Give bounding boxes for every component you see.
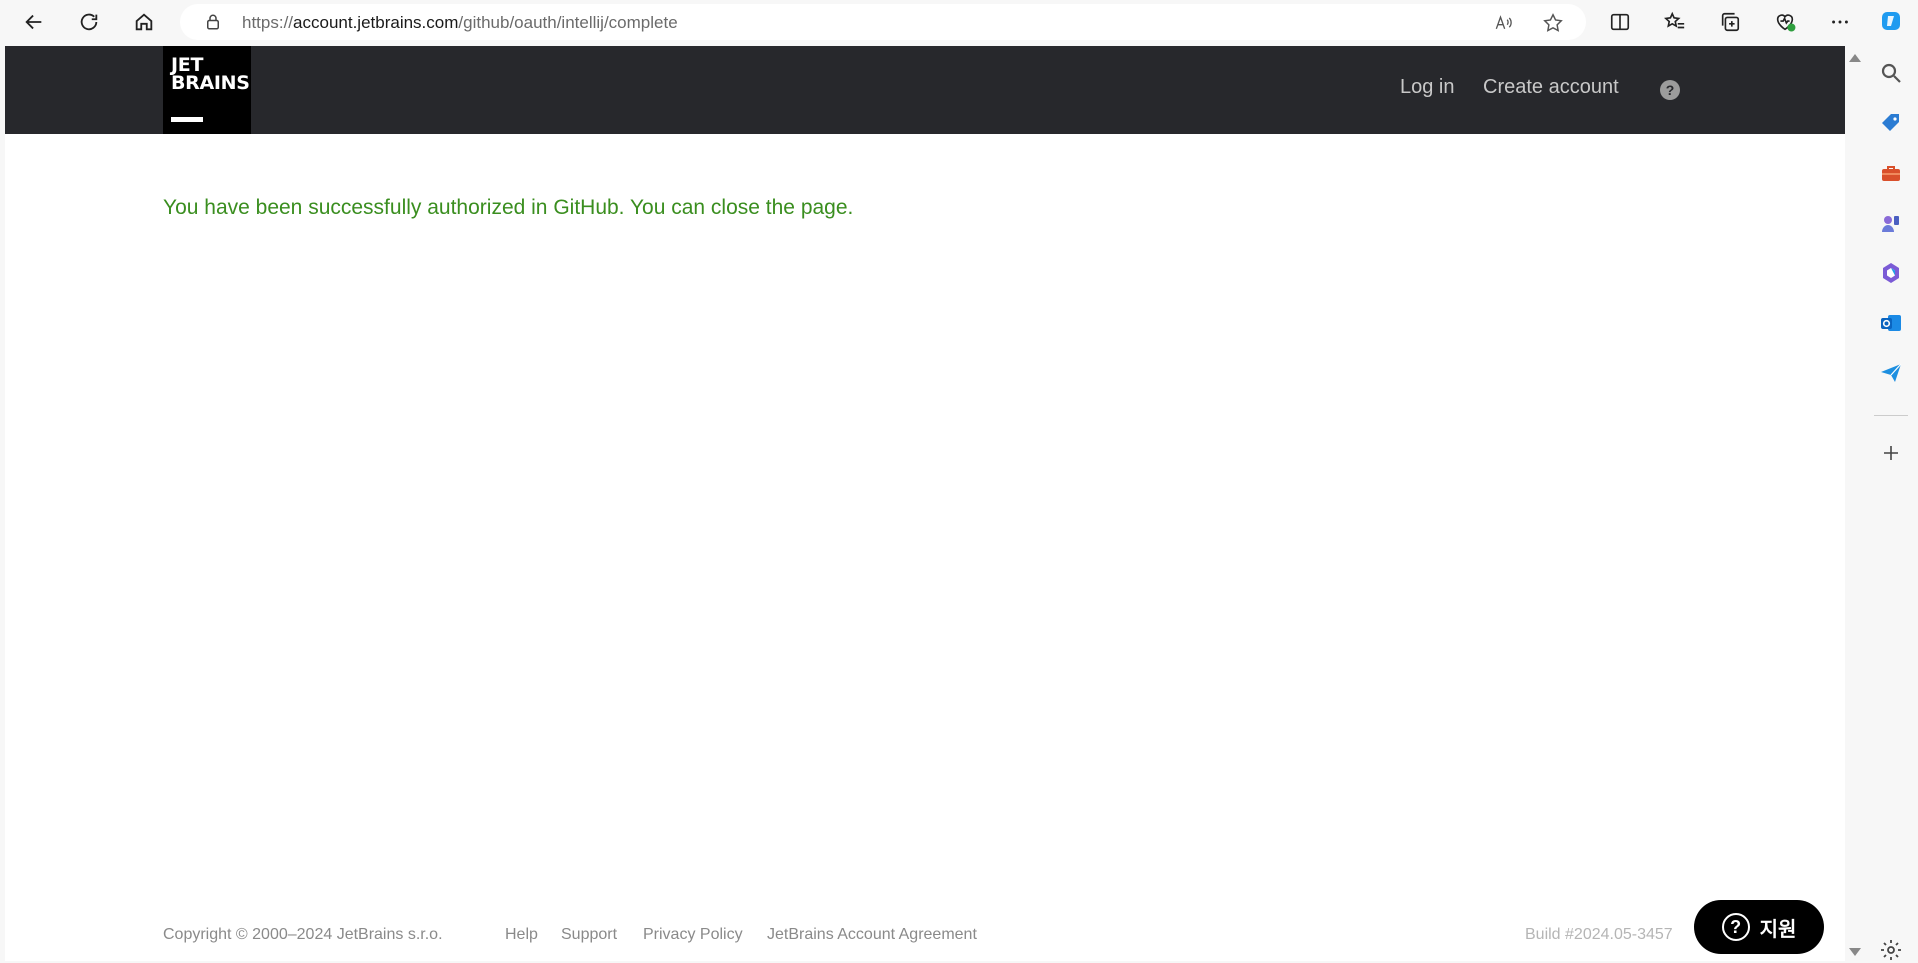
microsoft-365-icon[interactable] bbox=[1878, 260, 1904, 286]
back-button[interactable] bbox=[18, 7, 50, 37]
read-aloud-icon[interactable] bbox=[1492, 12, 1514, 34]
home-icon bbox=[135, 13, 153, 31]
sidebar-divider bbox=[1874, 415, 1908, 416]
lock-icon bbox=[204, 13, 222, 31]
jetbrains-logo[interactable]: JET BRAINS bbox=[163, 46, 251, 134]
url-path: /github/oauth/intellij/complete bbox=[458, 13, 678, 32]
help-icon[interactable]: ? bbox=[1660, 80, 1680, 100]
url-host: account.jetbrains.com bbox=[293, 13, 459, 32]
address-bar[interactable]: https://account.jetbrains.com/github/oau… bbox=[180, 4, 1586, 40]
scroll-down-arrow-icon[interactable] bbox=[1849, 948, 1861, 956]
footer-privacy-link[interactable]: Privacy Policy bbox=[643, 926, 743, 944]
collections-icon[interactable] bbox=[1717, 9, 1743, 35]
refresh-button[interactable] bbox=[73, 7, 105, 37]
more-menu-icon[interactable] bbox=[1827, 9, 1853, 35]
tools-briefcase-icon[interactable] bbox=[1878, 160, 1904, 186]
back-arrow-icon bbox=[25, 14, 42, 30]
success-message: You have been successfully authorized in… bbox=[163, 196, 854, 219]
question-icon: ? bbox=[1721, 913, 1750, 941]
favorite-star-icon[interactable] bbox=[1542, 12, 1564, 34]
support-label: 지원 bbox=[1759, 918, 1797, 941]
browser-toolbar: https://account.jetbrains.com/github/oau… bbox=[0, 0, 1918, 44]
address-url[interactable]: https://account.jetbrains.com/github/oau… bbox=[242, 13, 678, 33]
home-button[interactable] bbox=[128, 7, 160, 37]
send-plane-icon[interactable] bbox=[1878, 360, 1904, 386]
browser-sidebar bbox=[1864, 0, 1918, 961]
refresh-icon bbox=[80, 13, 98, 31]
favorites-icon[interactable] bbox=[1662, 9, 1688, 35]
copilot-icon[interactable] bbox=[1878, 8, 1904, 34]
create-account-link[interactable]: Create account bbox=[1483, 76, 1619, 99]
browser-essentials-icon[interactable] bbox=[1772, 9, 1798, 35]
logo-underline bbox=[171, 117, 203, 122]
support-widget-button[interactable]: ? 지원 bbox=[1694, 900, 1824, 954]
add-icon[interactable] bbox=[1878, 440, 1904, 466]
search-icon[interactable] bbox=[1878, 60, 1904, 86]
site-footer: Copyright © 2000–2024 JetBrains s.r.o. H… bbox=[5, 926, 1845, 956]
split-screen-icon[interactable] bbox=[1607, 9, 1633, 35]
page-viewport: JET BRAINS Log in Create account ? You h… bbox=[5, 46, 1845, 961]
logo-text: JET BRAINS bbox=[171, 54, 250, 94]
copyright-text: Copyright © 2000–2024 JetBrains s.r.o. bbox=[163, 926, 443, 943]
footer-help-link[interactable]: Help bbox=[505, 926, 538, 944]
outlook-icon[interactable] bbox=[1878, 310, 1904, 336]
games-icon[interactable] bbox=[1878, 210, 1904, 236]
build-number: Build #2024.05-3457 bbox=[1525, 926, 1673, 943]
page-scrollbar[interactable] bbox=[1845, 46, 1864, 961]
shopping-tag-icon[interactable] bbox=[1878, 110, 1904, 136]
site-header: JET BRAINS Log in Create account ? bbox=[5, 46, 1845, 134]
footer-support-link[interactable]: Support bbox=[561, 926, 617, 944]
scroll-up-arrow-icon[interactable] bbox=[1849, 54, 1861, 62]
login-link[interactable]: Log in bbox=[1400, 76, 1455, 99]
footer-agreement-link[interactable]: JetBrains Account Agreement bbox=[767, 926, 977, 944]
url-prefix: https:// bbox=[242, 13, 294, 32]
settings-gear-icon[interactable] bbox=[1878, 937, 1904, 963]
